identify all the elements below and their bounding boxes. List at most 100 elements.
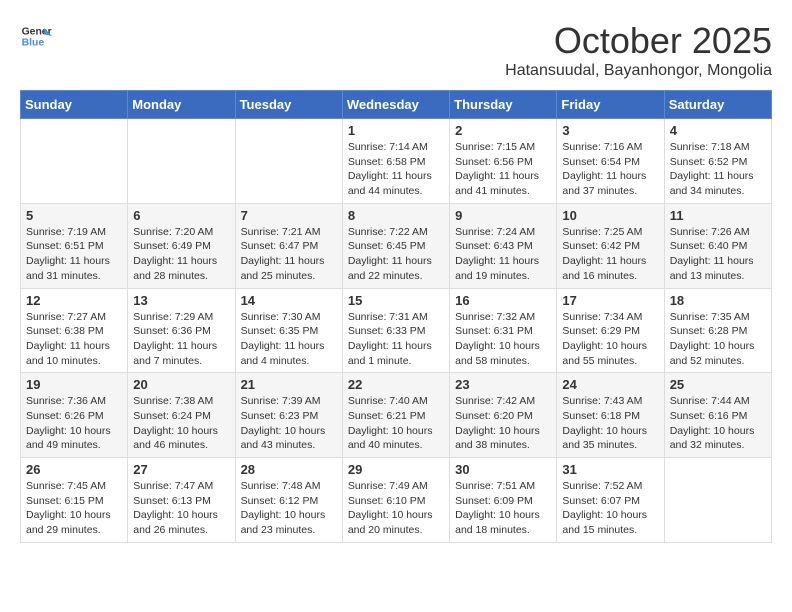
day-info: Sunrise: 7:31 AM Sunset: 6:33 PM Dayligh… (348, 310, 444, 369)
calendar-cell: 6Sunrise: 7:20 AM Sunset: 6:49 PM Daylig… (128, 203, 235, 288)
day-info: Sunrise: 7:25 AM Sunset: 6:42 PM Dayligh… (562, 225, 658, 284)
weekday-header-sunday: Sunday (21, 91, 128, 119)
day-number: 25 (670, 377, 766, 392)
day-info: Sunrise: 7:32 AM Sunset: 6:31 PM Dayligh… (455, 310, 551, 369)
svg-text:Blue: Blue (22, 38, 45, 49)
day-number: 21 (241, 377, 337, 392)
day-number: 18 (670, 293, 766, 308)
day-info: Sunrise: 7:18 AM Sunset: 6:52 PM Dayligh… (670, 140, 766, 199)
month-title: October 2025 (505, 20, 772, 62)
day-info: Sunrise: 7:29 AM Sunset: 6:36 PM Dayligh… (133, 310, 229, 369)
day-info: Sunrise: 7:30 AM Sunset: 6:35 PM Dayligh… (241, 310, 337, 369)
logo: General Blue (20, 20, 52, 52)
calendar-cell: 2Sunrise: 7:15 AM Sunset: 6:56 PM Daylig… (450, 119, 557, 204)
calendar-cell: 9Sunrise: 7:24 AM Sunset: 6:43 PM Daylig… (450, 203, 557, 288)
calendar-cell: 7 Sunrise: 7:21 AM Sunset: 6:47 PM Daylig… (235, 203, 342, 288)
day-number: 28 (241, 462, 337, 477)
calendar-cell (664, 458, 771, 543)
day-number: 16 (455, 293, 551, 308)
day-number: 15 (348, 293, 444, 308)
day-number: 29 (348, 462, 444, 477)
day-info: Sunrise: 7:35 AM Sunset: 6:28 PM Dayligh… (670, 310, 766, 369)
calendar-cell: 18 Sunrise: 7:35 AM Sunset: 6:28 PM Dayli… (664, 288, 771, 373)
week-row-4: 19 Sunrise: 7:36 AM Sunset: 6:26 PM Dayli… (21, 373, 772, 458)
day-number: 30 (455, 462, 551, 477)
day-number: 8 (348, 208, 444, 223)
day-info: Sunrise: 7:26 AM Sunset: 6:40 PM Dayligh… (670, 225, 766, 284)
weekday-header-saturday: Saturday (664, 91, 771, 119)
day-info: Sunrise: 7:15 AM Sunset: 6:56 PM Dayligh… (455, 140, 551, 199)
day-number: 1 (348, 123, 444, 138)
calendar-cell: 20 Sunrise: 7:38 AM Sunset: 6:24 PM Dayli… (128, 373, 235, 458)
day-info: Sunrise: 7:36 AM Sunset: 6:26 PM Dayligh… (26, 394, 122, 453)
week-row-2: 5 Sunrise: 7:19 AM Sunset: 6:51 PM Daylig… (21, 203, 772, 288)
day-number: 31 (562, 462, 658, 477)
day-number: 24 (562, 377, 658, 392)
day-info: Sunrise: 7:43 AM Sunset: 6:18 PM Dayligh… (562, 394, 658, 453)
calendar-cell: 29 Sunrise: 7:49 AM Sunset: 6:10 PM Dayli… (342, 458, 449, 543)
day-number: 10 (562, 208, 658, 223)
calendar-cell: 28 Sunrise: 7:48 AM Sunset: 6:12 PM Dayli… (235, 458, 342, 543)
day-number: 3 (562, 123, 658, 138)
day-info: Sunrise: 7:19 AM Sunset: 6:51 PM Dayligh… (26, 225, 122, 284)
day-number: 14 (241, 293, 337, 308)
day-number: 4 (670, 123, 766, 138)
calendar-cell: 16 Sunrise: 7:32 AM Sunset: 6:31 PM Dayli… (450, 288, 557, 373)
weekday-header-friday: Friday (557, 91, 664, 119)
day-number: 5 (26, 208, 122, 223)
day-number: 20 (133, 377, 229, 392)
calendar-cell: 22 Sunrise: 7:40 AM Sunset: 6:21 PM Dayli… (342, 373, 449, 458)
day-number: 26 (26, 462, 122, 477)
day-info: Sunrise: 7:16 AM Sunset: 6:54 PM Dayligh… (562, 140, 658, 199)
calendar-cell: 12Sunrise: 7:27 AM Sunset: 6:38 PM Dayli… (21, 288, 128, 373)
page-header: General Blue October 2025 Hatansuudal, B… (20, 20, 772, 80)
week-row-1: 1Sunrise: 7:14 AM Sunset: 6:58 PM Daylig… (21, 119, 772, 204)
day-info: Sunrise: 7:49 AM Sunset: 6:10 PM Dayligh… (348, 479, 444, 538)
weekday-header-thursday: Thursday (450, 91, 557, 119)
calendar-cell: 17Sunrise: 7:34 AM Sunset: 6:29 PM Dayli… (557, 288, 664, 373)
calendar-cell (21, 119, 128, 204)
day-number: 17 (562, 293, 658, 308)
weekday-header-tuesday: Tuesday (235, 91, 342, 119)
calendar-cell: 8 Sunrise: 7:22 AM Sunset: 6:45 PM Daylig… (342, 203, 449, 288)
calendar-cell: 15 Sunrise: 7:31 AM Sunset: 6:33 PM Dayli… (342, 288, 449, 373)
day-info: Sunrise: 7:21 AM Sunset: 6:47 PM Dayligh… (241, 225, 337, 284)
calendar-cell: 27Sunrise: 7:47 AM Sunset: 6:13 PM Dayli… (128, 458, 235, 543)
calendar-cell: 10 Sunrise: 7:25 AM Sunset: 6:42 PM Dayli… (557, 203, 664, 288)
week-row-3: 12Sunrise: 7:27 AM Sunset: 6:38 PM Dayli… (21, 288, 772, 373)
calendar-cell: 14 Sunrise: 7:30 AM Sunset: 6:35 PM Dayli… (235, 288, 342, 373)
calendar-table: SundayMondayTuesdayWednesdayThursdayFrid… (20, 90, 772, 543)
day-info: Sunrise: 7:44 AM Sunset: 6:16 PM Dayligh… (670, 394, 766, 453)
day-info: Sunrise: 7:20 AM Sunset: 6:49 PM Dayligh… (133, 225, 229, 284)
day-info: Sunrise: 7:48 AM Sunset: 6:12 PM Dayligh… (241, 479, 337, 538)
day-info: Sunrise: 7:38 AM Sunset: 6:24 PM Dayligh… (133, 394, 229, 453)
calendar-cell (235, 119, 342, 204)
calendar-cell: 30 Sunrise: 7:51 AM Sunset: 6:09 PM Dayli… (450, 458, 557, 543)
day-info: Sunrise: 7:52 AM Sunset: 6:07 PM Dayligh… (562, 479, 658, 538)
title-section: October 2025 Hatansuudal, Bayanhongor, M… (505, 20, 772, 80)
calendar-cell: 31 Sunrise: 7:52 AM Sunset: 6:07 PM Dayli… (557, 458, 664, 543)
logo-icon: General Blue (20, 20, 52, 52)
day-number: 22 (348, 377, 444, 392)
day-info: Sunrise: 7:51 AM Sunset: 6:09 PM Dayligh… (455, 479, 551, 538)
calendar-cell: 13 Sunrise: 7:29 AM Sunset: 6:36 PM Dayli… (128, 288, 235, 373)
day-number: 7 (241, 208, 337, 223)
week-row-5: 26 Sunrise: 7:45 AM Sunset: 6:15 PM Dayli… (21, 458, 772, 543)
day-info: Sunrise: 7:45 AM Sunset: 6:15 PM Dayligh… (26, 479, 122, 538)
day-info: Sunrise: 7:22 AM Sunset: 6:45 PM Dayligh… (348, 225, 444, 284)
day-number: 12 (26, 293, 122, 308)
day-info: Sunrise: 7:39 AM Sunset: 6:23 PM Dayligh… (241, 394, 337, 453)
location-title: Hatansuudal, Bayanhongor, Mongolia (505, 62, 772, 80)
calendar-cell: 26 Sunrise: 7:45 AM Sunset: 6:15 PM Dayli… (21, 458, 128, 543)
calendar-cell: 3 Sunrise: 7:16 AM Sunset: 6:54 PM Daylig… (557, 119, 664, 204)
day-info: Sunrise: 7:24 AM Sunset: 6:43 PM Dayligh… (455, 225, 551, 284)
day-info: Sunrise: 7:40 AM Sunset: 6:21 PM Dayligh… (348, 394, 444, 453)
calendar-cell: 21 Sunrise: 7:39 AM Sunset: 6:23 PM Dayli… (235, 373, 342, 458)
day-number: 27 (133, 462, 229, 477)
weekday-header-wednesday: Wednesday (342, 91, 449, 119)
calendar-cell: 23Sunrise: 7:42 AM Sunset: 6:20 PM Dayli… (450, 373, 557, 458)
calendar-cell: 11Sunrise: 7:26 AM Sunset: 6:40 PM Dayli… (664, 203, 771, 288)
day-number: 13 (133, 293, 229, 308)
calendar-cell: 5 Sunrise: 7:19 AM Sunset: 6:51 PM Daylig… (21, 203, 128, 288)
day-number: 19 (26, 377, 122, 392)
